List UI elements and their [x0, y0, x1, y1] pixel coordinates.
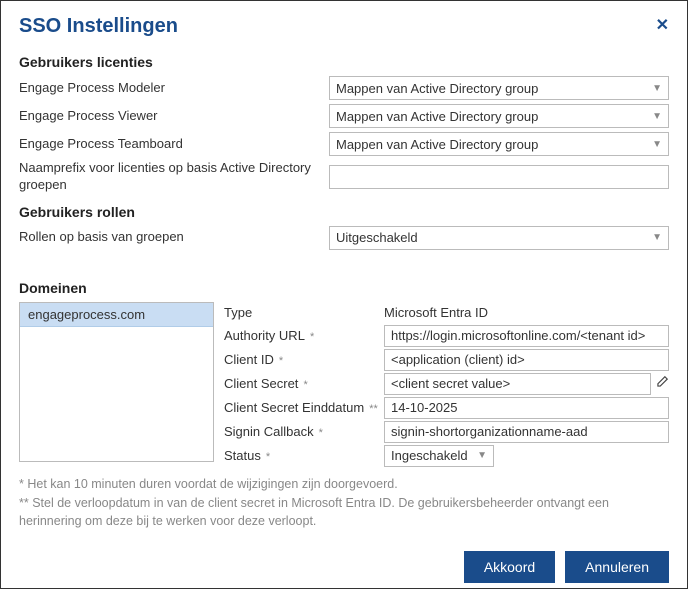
license-viewer-dropdown[interactable]: Mappen van Active Directory group ▼	[329, 104, 669, 128]
authority-url-input[interactable]: https://login.microsoftonline.com/<tenan…	[384, 325, 669, 347]
license-teamboard-dropdown[interactable]: Mappen van Active Directory group ▼	[329, 132, 669, 156]
license-row-teamboard: Engage Process Teamboard Mappen van Acti…	[19, 132, 669, 156]
chevron-down-icon: ▼	[652, 232, 662, 243]
pencil-icon[interactable]	[655, 375, 669, 392]
status-dropdown[interactable]: Ingeschakeld ▼	[384, 445, 494, 467]
chevron-down-icon: ▼	[652, 83, 662, 94]
sso-settings-dialog: SSO Instellingen ✕ Gebruikers licenties …	[0, 0, 688, 589]
roles-label: Rollen op basis van groepen	[19, 229, 329, 246]
ok-button[interactable]: Akkoord	[464, 551, 555, 583]
license-row-viewer: Engage Process Viewer Mappen van Active …	[19, 104, 669, 128]
client-id-label: Client ID *	[224, 352, 384, 367]
license-label: Engage Process Teamboard	[19, 136, 329, 153]
client-secret-label: Client Secret *	[224, 376, 384, 391]
dropdown-value: Uitgeschakeld	[336, 230, 418, 245]
close-icon[interactable]: ✕	[656, 15, 669, 35]
license-prefix-row: Naamprefix voor licenties op basis Activ…	[19, 160, 669, 194]
license-label: Engage Process Viewer	[19, 108, 329, 125]
client-secret-input[interactable]: <client secret value>	[384, 373, 651, 395]
license-modeler-dropdown[interactable]: Mappen van Active Directory group ▼	[329, 76, 669, 100]
input-value: <application (client) id>	[391, 352, 525, 367]
footnotes: * Het kan 10 minuten duren voordat de wi…	[19, 475, 669, 531]
signin-callback-input[interactable]: signin-shortorganizationname-aad	[384, 421, 669, 443]
domain-list[interactable]: engageprocess.com	[19, 302, 214, 462]
client-secret-enddate-label: Client Secret Einddatum **	[224, 400, 384, 415]
input-value: https://login.microsoftonline.com/<tenan…	[391, 328, 645, 343]
status-label: Status *	[224, 448, 384, 463]
dropdown-value: Mappen van Active Directory group	[336, 137, 538, 152]
footnote-2: ** Stel de verloopdatum in van de client…	[19, 494, 669, 532]
authority-url-label: Authority URL *	[224, 328, 384, 343]
chevron-down-icon: ▼	[652, 139, 662, 150]
dropdown-value: Mappen van Active Directory group	[336, 109, 538, 124]
signin-callback-label: Signin Callback *	[224, 424, 384, 439]
input-value: 14-10-2025	[391, 400, 458, 415]
input-value: signin-shortorganizationname-aad	[391, 424, 588, 439]
domains-section: Domeinen engageprocess.com Type Microsof…	[19, 274, 669, 531]
input-value: <client secret value>	[391, 376, 510, 391]
dropdown-value: Ingeschakeld	[391, 448, 468, 463]
license-row-modeler: Engage Process Modeler Mappen van Active…	[19, 76, 669, 100]
domain-type-label: Type	[224, 305, 384, 320]
license-label: Engage Process Modeler	[19, 80, 329, 97]
domain-list-item[interactable]: engageprocess.com	[20, 303, 213, 327]
chevron-down-icon: ▼	[652, 111, 662, 122]
roles-dropdown[interactable]: Uitgeschakeld ▼	[329, 226, 669, 250]
dropdown-value: Mappen van Active Directory group	[336, 81, 538, 96]
client-secret-enddate-input[interactable]: 14-10-2025	[384, 397, 669, 419]
domain-type-value: Microsoft Entra ID	[384, 302, 488, 323]
license-prefix-label: Naamprefix voor licenties op basis Activ…	[19, 160, 329, 194]
domains-heading: Domeinen	[19, 280, 669, 296]
dialog-buttons: Akkoord Annuleren	[19, 531, 669, 583]
roles-row: Rollen op basis van groepen Uitgeschakel…	[19, 226, 669, 250]
domain-fields: Type Microsoft Entra ID Authority URL * …	[224, 302, 669, 469]
dialog-header: SSO Instellingen ✕	[19, 15, 669, 38]
client-id-input[interactable]: <application (client) id>	[384, 349, 669, 371]
dialog-title: SSO Instellingen	[19, 15, 178, 38]
chevron-down-icon: ▼	[477, 450, 487, 461]
footnote-1: * Het kan 10 minuten duren voordat de wi…	[19, 475, 669, 494]
licenses-heading: Gebruikers licenties	[19, 54, 669, 70]
cancel-button[interactable]: Annuleren	[565, 551, 669, 583]
license-prefix-input[interactable]	[329, 165, 669, 189]
roles-heading: Gebruikers rollen	[19, 204, 669, 220]
